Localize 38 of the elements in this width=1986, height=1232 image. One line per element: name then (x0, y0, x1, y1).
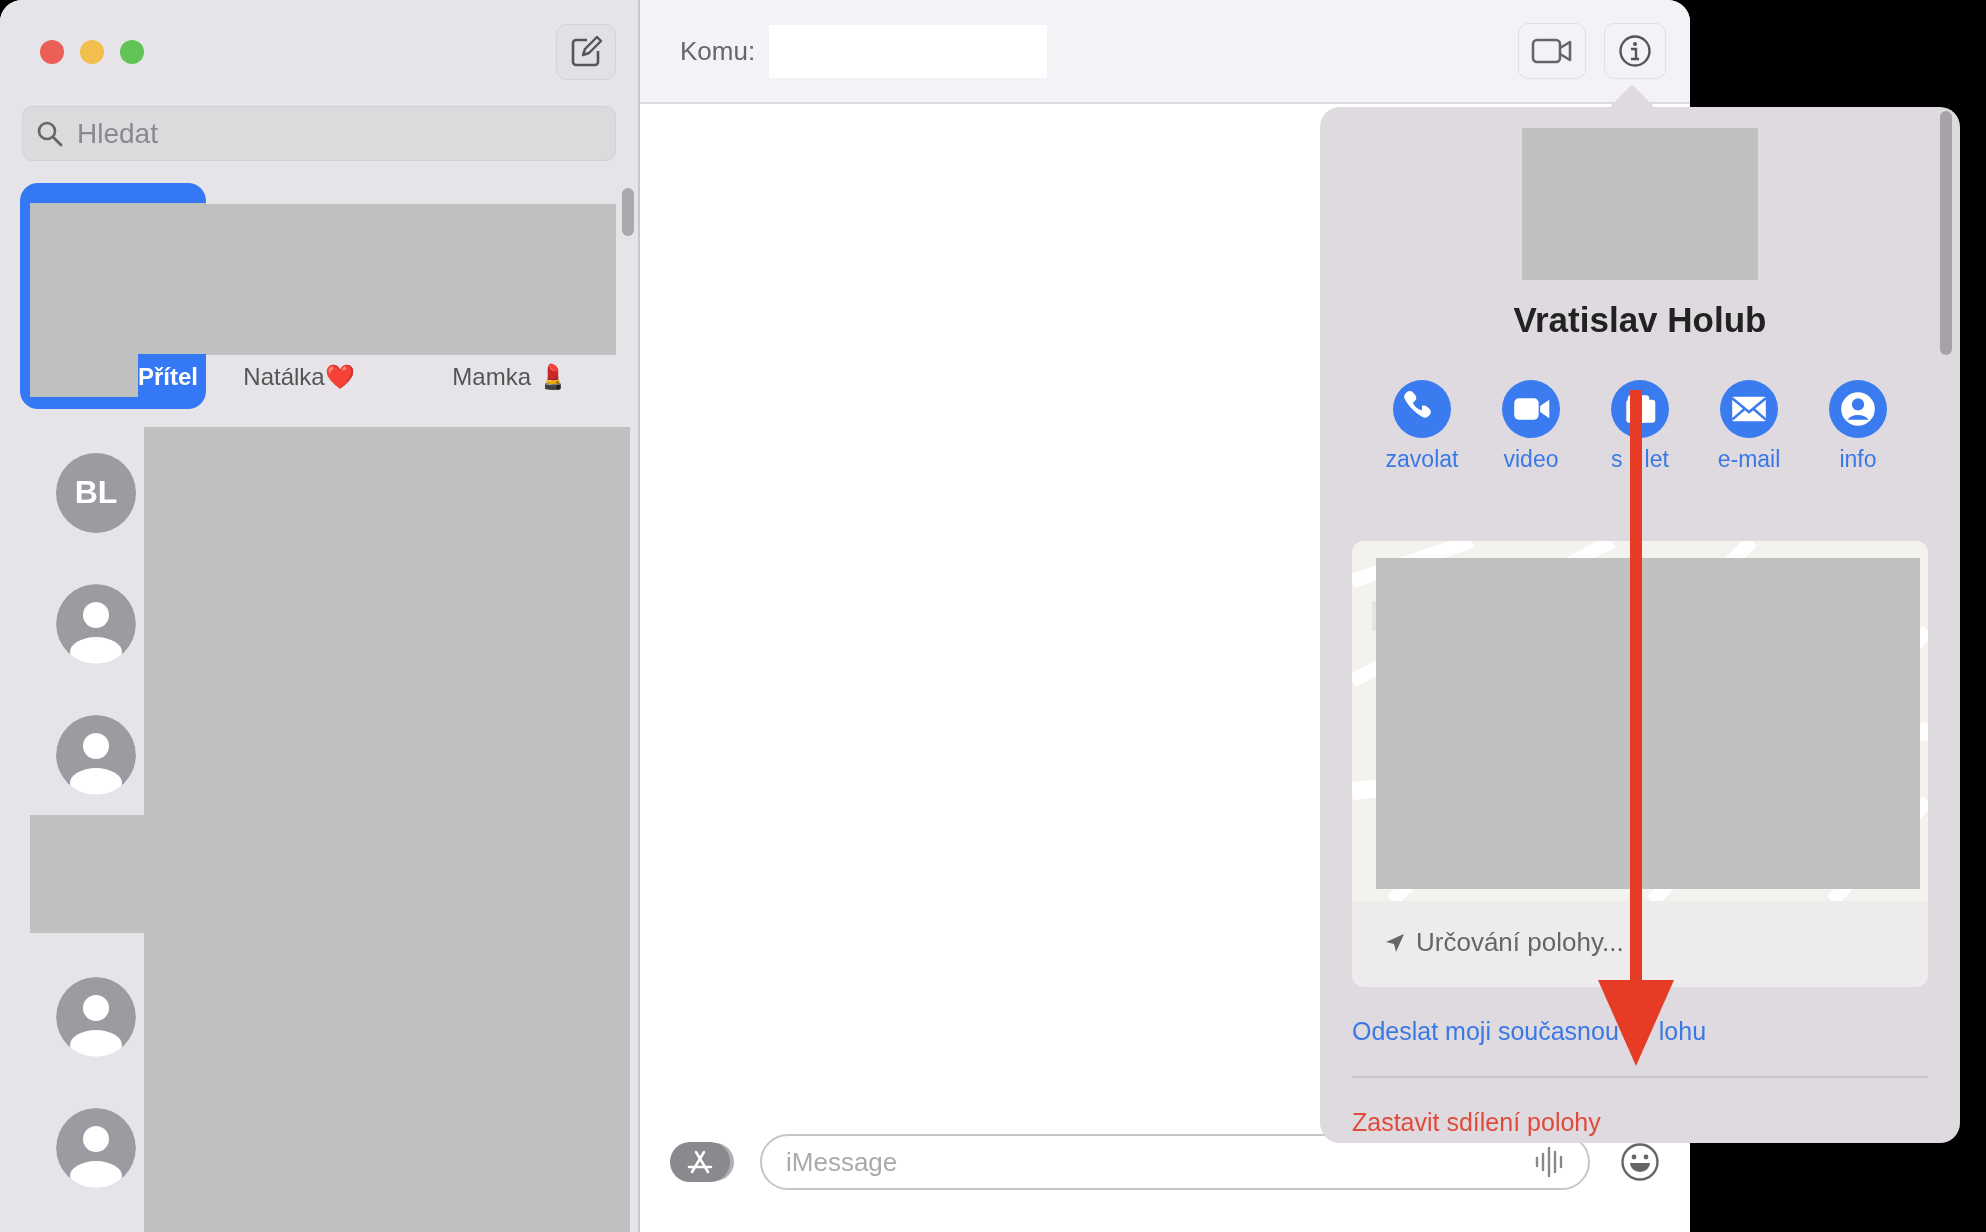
person-avatar-icon (56, 1107, 136, 1188)
person-avatar-icon (56, 583, 136, 664)
info-icon (1618, 34, 1652, 68)
info-button[interactable] (1604, 23, 1666, 79)
action-button[interactable]: info (1810, 380, 1906, 473)
emoji-icon[interactable] (1620, 1142, 1660, 1182)
action-button[interactable]: zavolat (1374, 380, 1470, 473)
compose-icon (569, 35, 603, 69)
app-store-icon (686, 1148, 714, 1176)
compose-button[interactable] (556, 24, 616, 80)
pinned-conversation[interactable]: Přítel (20, 183, 206, 409)
send-location-link[interactable]: Odeslat moji současnou lohu (1352, 1017, 1928, 1046)
app-store-button[interactable] (670, 1142, 730, 1182)
search-field[interactable]: Hledat (22, 106, 616, 161)
pinned-name[interactable]: Přítel (137, 363, 198, 391)
scrollbar-thumb[interactable] (622, 188, 634, 236)
avatar-initials: BL (56, 452, 136, 533)
to-label: Komu: (680, 35, 756, 67)
zoom-button[interactable] (120, 40, 144, 64)
phone-icon (1393, 380, 1451, 438)
location-status: Určování polohy... (1416, 927, 1624, 958)
contact-name: Vratislav Holub (1513, 300, 1767, 340)
action-button[interactable]: video (1483, 380, 1579, 473)
video-camera-icon (1531, 37, 1573, 65)
action-button[interactable]: e-mail (1701, 380, 1797, 473)
person-avatar-icon (56, 976, 136, 1057)
envelope-icon (1720, 380, 1778, 438)
person-icon (1829, 380, 1887, 438)
pinned-name[interactable]: Natálka❤ (243, 363, 355, 391)
pinned-name[interactable]: Mamka 💄 (452, 363, 568, 391)
search-icon (36, 120, 64, 148)
scrollbar-thumb[interactable] (1940, 111, 1952, 355)
close-button[interactable] (40, 40, 64, 64)
person-avatar-icon (56, 714, 136, 795)
location-arrow-icon (1384, 931, 1406, 954)
facetime-button[interactable] (1518, 23, 1586, 79)
stop-sharing-link[interactable]: Zastavit sdílení polohy (1352, 1108, 1928, 1137)
video-camera-icon (1502, 380, 1560, 438)
